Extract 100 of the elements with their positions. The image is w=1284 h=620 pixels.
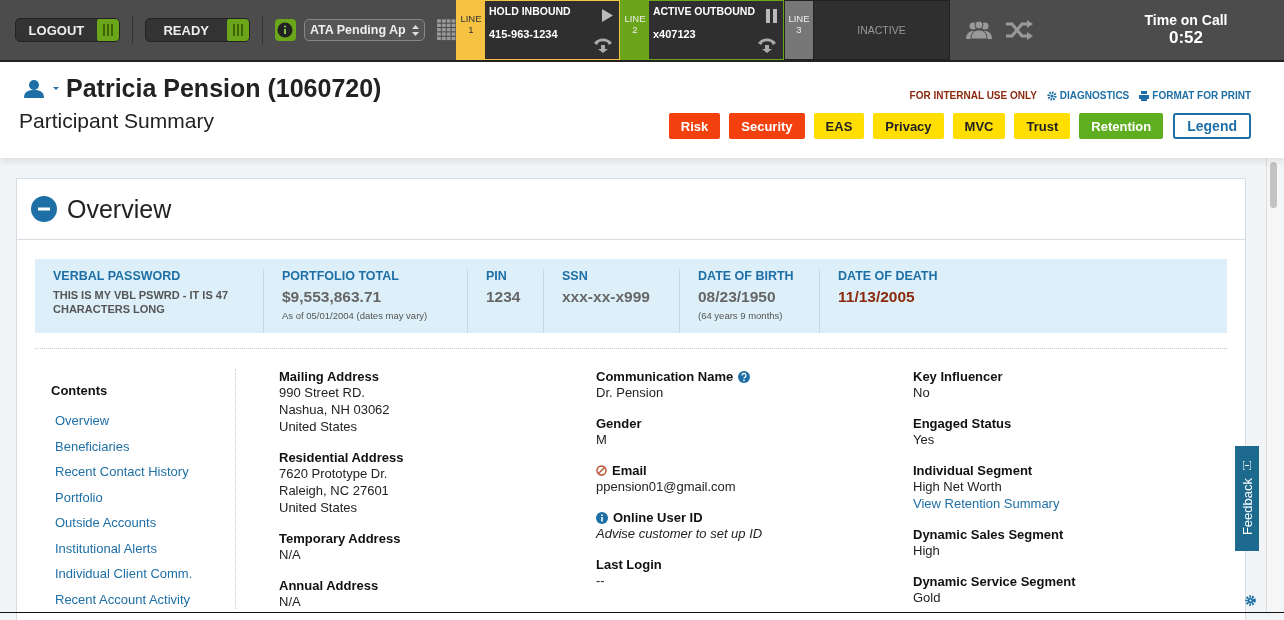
line-status: INACTIVE xyxy=(857,24,906,36)
field-value: Advise customer to set up ID xyxy=(596,525,764,542)
status-tag[interactable]: EAS xyxy=(813,113,865,139)
keypad-icon[interactable] xyxy=(436,19,456,41)
summary-label: PIN xyxy=(486,269,508,283)
time-on-call-label: Time on Call xyxy=(1144,12,1228,28)
contents-link[interactable]: Recent Account Activity xyxy=(55,586,235,612)
field-label: Individual Segment xyxy=(913,463,1033,478)
line-status: HOLD INBOUND xyxy=(489,5,572,17)
field-value: Gold xyxy=(913,589,942,606)
field-value: Yes xyxy=(913,431,936,448)
shuffle-icon[interactable] xyxy=(1006,20,1034,40)
summary-label: SSN xyxy=(562,269,589,283)
field-label: Annual Address xyxy=(279,578,379,593)
group-icon[interactable] xyxy=(966,21,992,39)
feedback-tab[interactable]: Feedback xyxy=(1235,446,1259,551)
field-value: 990 Street RD. xyxy=(279,384,366,401)
summary-value: 11/13/2005 xyxy=(838,288,916,306)
legend-button[interactable]: Legend xyxy=(1173,113,1251,139)
field-value: Raleigh, NC 27601 xyxy=(279,482,390,499)
field-value: -- xyxy=(596,572,606,589)
line-label: LINE 1 xyxy=(460,13,482,37)
field-label: Dynamic Service Segment xyxy=(913,574,1076,589)
header-link[interactable]: DIAGNOSTICS xyxy=(1046,90,1130,101)
play-icon[interactable] xyxy=(602,9,613,22)
summary-label: VERBAL PASSWORD xyxy=(53,269,182,283)
contents-link[interactable]: Beneficiaries xyxy=(55,433,235,459)
summary-value: 08/23/1950 xyxy=(698,288,777,306)
summary-note: (64 years 9 months) xyxy=(698,310,784,321)
status-tag[interactable]: Privacy xyxy=(873,113,944,139)
toolbar-button[interactable]: READY xyxy=(144,18,250,42)
field-label: Mailing Address xyxy=(279,369,379,384)
help-icon[interactable] xyxy=(738,370,751,383)
queue-select[interactable]: ATA Pending Ap xyxy=(303,19,425,41)
section-title: Overview xyxy=(67,194,172,224)
hang-up-icon[interactable] xyxy=(757,37,777,53)
status-tag[interactable]: Security xyxy=(729,113,805,139)
summary-value: THIS IS MY VBL PSWRD - IT IS 47 CHARACTERS LONG xyxy=(53,288,229,317)
info-icon xyxy=(596,511,608,524)
call-timer: 0:52 xyxy=(1169,28,1203,48)
field-value: 7620 Prototype Dr. xyxy=(279,465,389,482)
header-link[interactable]: FORMAT FOR PRINT xyxy=(1139,90,1251,101)
field-value: No xyxy=(913,384,931,401)
scrollbar[interactable] xyxy=(1266,158,1280,613)
field-label: Online User ID xyxy=(613,510,703,525)
settings-icon[interactable] xyxy=(1245,595,1256,606)
field-label: Dynamic Sales Segment xyxy=(913,527,1064,542)
summary-label: DATE OF DEATH xyxy=(838,269,938,283)
info-button[interactable] xyxy=(274,19,296,41)
field-value: Dr. Pension xyxy=(596,384,665,401)
caller-number: x407123 xyxy=(652,28,697,40)
contents-title: Contents xyxy=(51,383,109,398)
collapse-icon[interactable] xyxy=(31,196,57,222)
field-label: Temporary Address xyxy=(279,531,401,546)
summary-value: $9,553,863.71 xyxy=(282,288,383,306)
contents-link[interactable]: Institutional Alerts xyxy=(55,535,235,561)
summary-value: xxx-xx-x999 xyxy=(562,288,651,306)
field-label: Residential Address xyxy=(279,450,404,465)
retention-summary-link[interactable]: View Retention Summary xyxy=(913,495,1230,512)
status-tag[interactable]: MVC xyxy=(952,113,1006,139)
field-label: Gender xyxy=(596,416,642,431)
line-label: LINE 2 xyxy=(624,13,646,37)
field-value: High Net Worth xyxy=(913,478,1003,495)
line-label: LINE 3 xyxy=(788,13,810,37)
internal-use-notice: FOR INTERNAL USE ONLY xyxy=(909,90,1037,101)
person-dropdown-icon[interactable] xyxy=(24,78,60,99)
bracket-icon xyxy=(1243,461,1251,471)
toolbar-button[interactable]: LOGOUT xyxy=(15,18,120,42)
summary-label: PORTFOLIO TOTAL xyxy=(282,269,400,283)
field-value: ppension01@gmail.com xyxy=(596,478,737,495)
grip-icon xyxy=(102,24,113,36)
field-value: Nashua, NH 03062 xyxy=(279,401,391,418)
hang-up-icon[interactable] xyxy=(593,37,613,53)
status-tag[interactable]: Risk xyxy=(668,113,721,139)
field-value: United States xyxy=(279,499,359,516)
summary-note: As of 05/01/2004 (dates may vary) xyxy=(282,310,429,321)
status-tag[interactable]: Trust xyxy=(1014,113,1071,139)
contents-link[interactable]: Individual Client Comm. xyxy=(55,561,235,587)
pause-icon[interactable] xyxy=(766,9,777,23)
field-value: United States xyxy=(279,418,359,435)
gear-icon xyxy=(1046,90,1057,101)
field-value: N/A xyxy=(279,546,302,563)
contents-link[interactable]: Recent Contact History xyxy=(55,459,235,485)
field-label: Engaged Status xyxy=(913,416,1012,431)
blocked-icon xyxy=(596,465,607,476)
summary-label: DATE OF BIRTH xyxy=(698,269,795,283)
contents-link[interactable]: Outside Accounts xyxy=(55,510,235,536)
field-label: Communication Name xyxy=(596,369,734,384)
field-value: M xyxy=(596,431,608,448)
field-label: Email xyxy=(612,463,647,478)
participant-name: Patricia Pension (1060720) xyxy=(66,74,382,103)
contents-link[interactable]: Portfolio xyxy=(55,484,235,510)
field-label: Key Influencer xyxy=(913,369,1003,384)
page-title: Participant Summary xyxy=(19,109,215,133)
contents-link[interactable]: Overview xyxy=(55,408,235,434)
line-status: ACTIVE OUTBOUND xyxy=(652,5,755,17)
field-label: Last Login xyxy=(596,557,662,572)
field-value: High xyxy=(913,542,941,559)
field-value: N/A xyxy=(279,593,302,610)
stepper-icon xyxy=(411,24,419,36)
